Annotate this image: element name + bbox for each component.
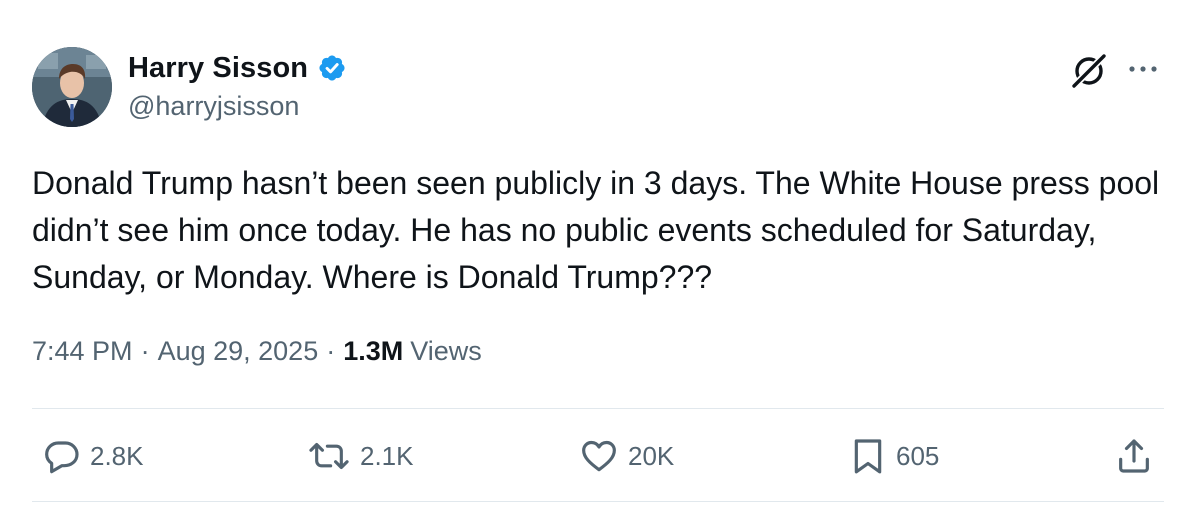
handle[interactable]: @harryjsisson — [128, 91, 299, 122]
heart-icon — [578, 436, 620, 476]
display-name[interactable]: Harry Sisson — [128, 52, 308, 85]
bookmark-icon — [848, 435, 888, 477]
tweet-meta: 7:44 PM · Aug 29, 2025 · 1.3M Views — [32, 336, 482, 367]
views-label[interactable]: Views — [410, 336, 482, 367]
like-button[interactable]: 20K — [578, 434, 674, 478]
more-icon[interactable] — [1126, 55, 1160, 83]
tweet-date[interactable]: Aug 29, 2025 — [158, 336, 319, 367]
divider — [32, 501, 1164, 502]
grok-icon[interactable] — [1068, 52, 1110, 90]
bookmark-button[interactable]: 605 — [848, 434, 939, 478]
meta-separator: · — [140, 336, 150, 366]
repost-icon — [306, 436, 352, 476]
name-row: Harry Sisson — [128, 50, 348, 86]
repost-button[interactable]: 2.1K — [306, 434, 414, 478]
share-button[interactable] — [1114, 434, 1154, 478]
reply-button[interactable]: 2.8K — [42, 434, 144, 478]
like-count: 20K — [628, 440, 675, 471]
reply-count: 2.8K — [90, 440, 144, 471]
tweet-card: Harry Sisson @harryjsisson Donald Trump … — [0, 0, 1202, 506]
meta-separator: · — [326, 336, 336, 366]
verified-badge-icon — [316, 52, 348, 84]
repost-count: 2.1K — [360, 440, 414, 471]
divider — [32, 408, 1164, 409]
tweet-text: Donald Trump hasn’t been seen publicly i… — [32, 165, 1160, 295]
share-icon — [1114, 435, 1154, 477]
reply-icon — [42, 436, 82, 476]
views-count[interactable]: 1.3M — [343, 336, 403, 367]
tweet-time[interactable]: 7:44 PM — [32, 336, 133, 367]
avatar[interactable] — [32, 47, 112, 127]
bookmark-count: 605 — [896, 440, 940, 471]
